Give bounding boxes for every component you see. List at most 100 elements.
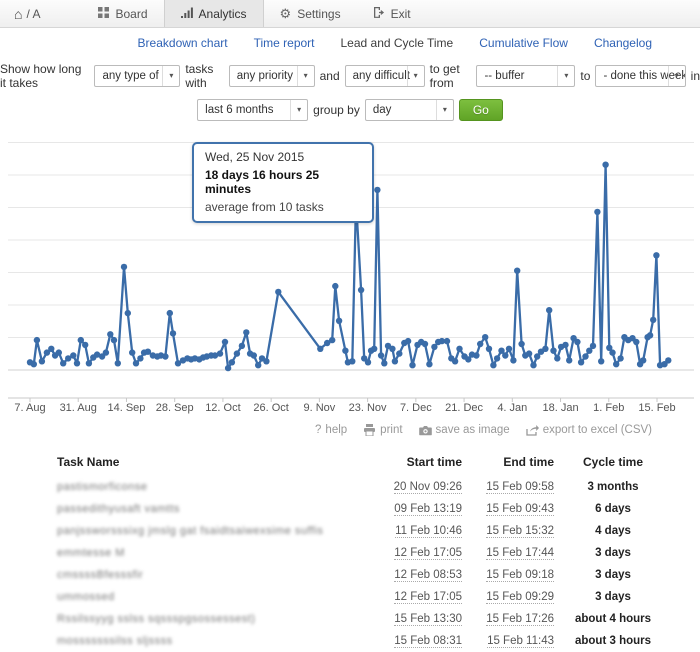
task-name[interactable]: pastismorficonse <box>57 481 148 493</box>
cycle-time: about 4 hours <box>574 613 652 625</box>
task-name[interactable]: mosssssssilss sljssss <box>57 635 173 647</box>
task-type-select[interactable]: any type of ▾ <box>94 65 181 87</box>
end-time: 15 Feb 09:18 <box>486 569 554 582</box>
difficulty-select[interactable]: any difficult ▾ <box>344 65 425 87</box>
start-time: 15 Feb 13:30 <box>394 613 462 626</box>
cycle-time-chart: 7. Aug 31. Aug 14. Sep 28. Sep 12. Oct 26. Oc… <box>0 130 700 422</box>
task-name[interactable]: ummossed <box>57 591 115 603</box>
save-as-image-link[interactable]: save as image <box>418 424 510 436</box>
col-end-time: End time <box>503 455 554 469</box>
group-by-select[interactable]: day ▾ <box>364 99 454 121</box>
filter-bar: Show how long it takes any type of ▾ task… <box>0 62 700 121</box>
task-name[interactable]: Rssilssyyg sslss sqssspgsossessest) <box>57 613 255 625</box>
chevron-down-icon: ▾ <box>435 100 453 120</box>
tab-board[interactable]: Board <box>82 0 163 27</box>
chart-tooltip: Wed, 25 Nov 2015 18 days 16 hours 25 min… <box>192 142 374 223</box>
analytics-page: ⌂ / A Board Analytics ⚙ Settings Exit Breakd… <box>0 0 700 652</box>
end-time: 15 Feb 15:32 <box>486 525 554 538</box>
end-time: 15 Feb 09:29 <box>486 591 554 604</box>
subnav-link-time-report[interactable]: Time report <box>254 36 315 50</box>
priority-select[interactable]: any priority ▾ <box>228 65 315 87</box>
table-row: Rssilssyyg sslss sqssspgsossessest) 15 Fe… <box>57 608 672 630</box>
chart-actions: ? help print save as image export to excel (… <box>0 422 700 436</box>
tab-label: Exit <box>390 6 411 21</box>
subnav-link-lead-and-cycle-time[interactable]: Lead and Cycle Time <box>341 36 454 50</box>
camera-icon <box>418 425 432 436</box>
start-time: 20 Nov 09:26 <box>393 481 462 494</box>
tab-label: Board <box>115 6 148 21</box>
analytics-icon <box>180 7 193 21</box>
col-start-time: Start time <box>406 455 462 469</box>
table-row: passedithyusaft vamtts 09 Feb 13:19 15 Feb… <box>57 498 672 520</box>
tab-settings[interactable]: ⚙ Settings <box>264 0 357 27</box>
tooltip-subtext: average from 10 tasks <box>205 200 324 214</box>
export-icon <box>526 424 539 436</box>
table-row: pastismorficonse 20 Nov 09:26 15 Feb 09:58… <box>57 476 672 498</box>
tab-analytics[interactable]: Analytics <box>163 0 264 27</box>
svg-text:4. Jan: 4. Jan <box>497 402 527 414</box>
nav-tabs: Board Analytics ⚙ Settings Exit <box>82 0 426 27</box>
chevron-down-icon: ▾ <box>290 100 307 120</box>
svg-text:31. Aug: 31. Aug <box>60 402 97 414</box>
svg-text:21. Dec: 21. Dec <box>445 402 483 414</box>
subnav-link-cumulative-flow[interactable]: Cumulative Flow <box>479 36 568 50</box>
start-time: 12 Feb 17:05 <box>394 591 462 604</box>
table-row: mosssssssilss sljssss 15 Feb 08:31 15 Feb … <box>57 630 672 652</box>
col-cycle-time: Cycle time <box>582 455 644 469</box>
tooltip-value: 18 days 16 hours 25 minutes <box>205 168 320 196</box>
task-name[interactable]: cmssssBfesssfir <box>57 569 143 581</box>
start-time: 12 Feb 17:05 <box>394 547 462 560</box>
svg-text:12. Oct: 12. Oct <box>205 402 240 414</box>
question-icon: ? <box>315 424 322 436</box>
filter-text-to: to <box>580 69 591 83</box>
task-table: Task Name Start time End time Cycle time… <box>57 450 672 652</box>
svg-text:28. Sep: 28. Sep <box>156 402 194 414</box>
tooltip-date: Wed, 25 Nov 2015 <box>205 150 305 164</box>
subnav-link-changelog[interactable]: Changelog <box>594 36 652 50</box>
table-row: ummossed 12 Feb 17:05 15 Feb 09:29 3 days <box>57 586 672 608</box>
svg-text:7. Aug: 7. Aug <box>14 402 45 414</box>
cycle-time: 4 days <box>595 525 631 537</box>
end-time: 15 Feb 11:43 <box>487 635 554 648</box>
filter-text-taskswith: tasks with <box>185 62 214 90</box>
start-time: 12 Feb 08:53 <box>394 569 462 582</box>
go-button[interactable]: Go <box>458 99 503 121</box>
chevron-down-icon: ▾ <box>162 66 179 86</box>
table-row: emmtesse M 12 Feb 17:05 15 Feb 17:44 3 days <box>57 542 672 564</box>
col-task-name: Task Name <box>57 455 120 469</box>
breadcrumb-path[interactable]: / A <box>26 7 40 21</box>
svg-text:7. Dec: 7. Dec <box>400 402 432 414</box>
subnav-link-breakdown-chart[interactable]: Breakdown chart <box>138 36 228 50</box>
top-nav: ⌂ / A Board Analytics ⚙ Settings Exit <box>0 0 700 28</box>
table-row: panjssworsssixg jmslg gat fsaidtsaiwexsi… <box>57 520 672 542</box>
task-name[interactable]: emmtesse M <box>57 547 125 559</box>
svg-text:14. Sep: 14. Sep <box>108 402 146 414</box>
time-range-select[interactable]: last 6 months ▾ <box>197 99 309 121</box>
print-link[interactable]: print <box>363 424 403 436</box>
to-column-select[interactable]: - done this week ▾ <box>595 65 686 87</box>
analytics-subnav: Breakdown chart Time report Lead and Cycle… <box>0 28 700 56</box>
table-row: cmssssBfesssfir 12 Feb 08:53 15 Feb 09:18 3… <box>57 564 672 586</box>
task-name[interactable]: panjssworsssixg jmslg gat fsaidtsaiwexsi… <box>57 525 323 537</box>
export-to-excel-csv--link[interactable]: export to excel (CSV) <box>526 424 652 436</box>
end-time: 15 Feb 09:43 <box>486 503 554 516</box>
gear-icon: ⚙ <box>279 5 292 21</box>
board-icon <box>98 6 110 21</box>
svg-text:23. Nov: 23. Nov <box>349 402 387 414</box>
breadcrumb[interactable]: ⌂ / A <box>0 0 54 27</box>
help-link[interactable]: ? help <box>315 424 347 436</box>
printer-icon <box>363 424 376 436</box>
svg-text:18. Jan: 18. Jan <box>542 402 578 414</box>
task-name[interactable]: passedithyusaft vamtts <box>57 503 180 515</box>
home-icon[interactable]: ⌂ <box>14 6 22 22</box>
tab-exit[interactable]: Exit <box>357 0 427 27</box>
from-column-select[interactable]: -- buffer ▾ <box>476 65 576 87</box>
cycle-time: 3 days <box>595 547 631 559</box>
chevron-down-icon: ▾ <box>296 66 314 86</box>
chevron-down-icon: ▾ <box>557 66 574 86</box>
cycle-time: 3 months <box>587 481 639 493</box>
start-time: 11 Feb 10:46 <box>395 525 462 538</box>
cycle-time: 3 days <box>595 569 631 581</box>
filter-text-groupby: group by <box>313 103 360 117</box>
filter-text-prefix: Show how long it takes <box>0 62 82 90</box>
